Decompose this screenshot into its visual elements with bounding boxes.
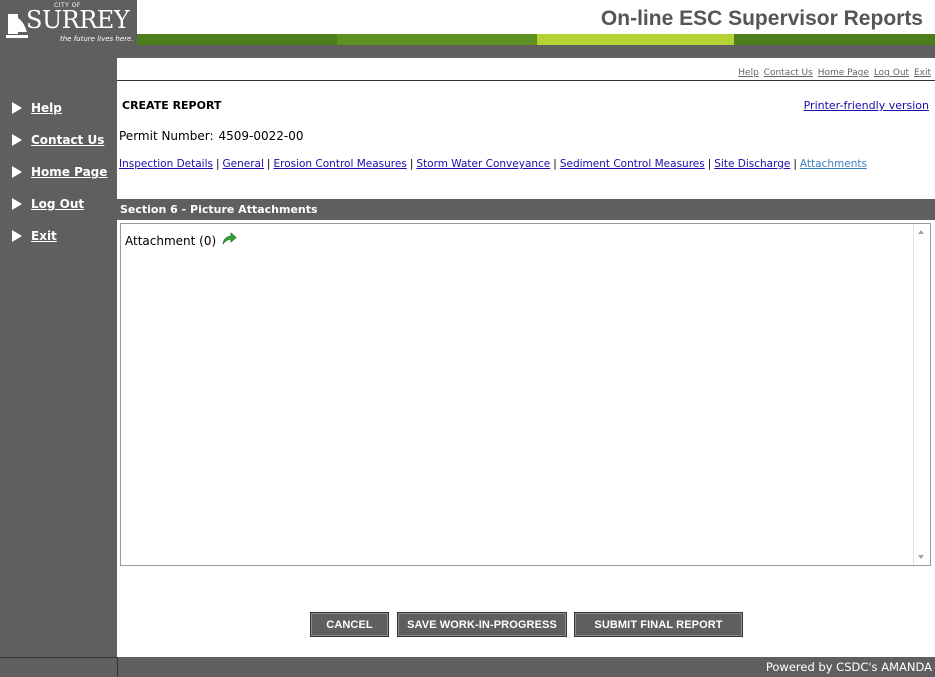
section-link-general[interactable]: General [223, 158, 264, 170]
sidebar: Help Contact Us Home Page Log Out Exit [0, 58, 117, 677]
cancel-button[interactable]: CANCEL [310, 612, 389, 637]
header-color-stripe [137, 34, 935, 45]
logo-tagline: the future lives here. [60, 35, 134, 43]
separator: | [553, 158, 557, 170]
sidebar-item-label[interactable]: Contact Us [31, 133, 104, 147]
attachment-panel: Attachment (0) [120, 223, 931, 566]
footer-separator [117, 657, 118, 677]
app-title: On-line ESC Supervisor Reports [600, 7, 923, 30]
arrow-right-icon [12, 230, 22, 242]
section-header: Section 6 - Picture Attachments [117, 199, 935, 220]
section-link-site-discharge[interactable]: Site Discharge [714, 158, 790, 170]
logo-base [0, 50, 137, 58]
logo-wordmark: SURREY [26, 6, 130, 34]
section-title: Section 6 - Picture Attachments [120, 203, 318, 216]
powered-by-text: Powered by CSDC's AMANDA [765, 660, 932, 674]
section-link-erosion-control[interactable]: Erosion Control Measures [273, 158, 406, 170]
top-link-home-page[interactable]: Home Page [818, 68, 869, 78]
sidebar-item-label[interactable]: Exit [31, 229, 57, 243]
logo-sail-icon [6, 14, 28, 38]
scroll-up-icon[interactable] [918, 230, 924, 234]
section-link-sediment-control[interactable]: Sediment Control Measures [560, 158, 705, 170]
top-divider [117, 80, 935, 81]
separator: | [409, 158, 414, 170]
printer-friendly-link[interactable]: Printer-friendly version [804, 99, 929, 112]
section-link-attachments[interactable]: Attachments [800, 158, 867, 170]
stripe-segment [137, 34, 337, 45]
top-links: Help Contact Us Home Page Log Out Exit [736, 68, 931, 78]
sidebar-item-log-out[interactable]: Log Out [12, 195, 84, 213]
top-link-exit[interactable]: Exit [914, 68, 931, 78]
header-dark-band [137, 45, 935, 58]
section-link-storm-water[interactable]: Storm Water Conveyance [416, 158, 550, 170]
separator: | [707, 158, 712, 170]
arrow-right-icon [12, 134, 22, 146]
sidebar-item-contact-us[interactable]: Contact Us [12, 131, 104, 149]
sidebar-item-label[interactable]: Home Page [31, 165, 107, 179]
surrey-logo[interactable]: CITY OF SURREY the future lives here. [0, 0, 137, 50]
arrow-right-icon [12, 166, 22, 178]
page-footer: Powered by CSDC's AMANDA [117, 657, 935, 677]
section-link-inspection-details[interactable]: Inspection Details [119, 158, 213, 170]
separator: | [215, 158, 220, 170]
submit-final-report-button[interactable]: SUBMIT FINAL REPORT [574, 612, 743, 637]
stripe-segment [337, 34, 537, 45]
scrollbar[interactable] [913, 224, 930, 565]
stripe-segment [734, 34, 935, 45]
sidebar-item-exit[interactable]: Exit [12, 227, 57, 245]
save-work-in-progress-button[interactable]: SAVE WORK-IN-PROGRESS [397, 612, 567, 637]
page-header: CITY OF SURREY the future lives here. On… [0, 0, 935, 58]
permit-value: 4509-0022-00 [218, 129, 304, 143]
stripe-segment [537, 34, 734, 45]
top-link-contact-us[interactable]: Contact Us [764, 68, 813, 78]
separator: | [266, 158, 271, 170]
page-title: CREATE REPORT [122, 99, 222, 112]
sidebar-item-label[interactable]: Help [31, 101, 62, 115]
top-link-help[interactable]: Help [738, 68, 759, 78]
permit-number: Permit Number: 4509-0022-00 [119, 129, 304, 143]
sidebar-item-label[interactable]: Log Out [31, 197, 84, 211]
sidebar-item-help[interactable]: Help [12, 99, 62, 117]
sidebar-item-home-page[interactable]: Home Page [12, 163, 107, 181]
permit-label: Permit Number: [119, 129, 214, 143]
section-nav: Inspection Details | General | Erosion Contr… [119, 158, 935, 170]
scroll-down-icon[interactable] [918, 555, 924, 559]
attachment-label: Attachment (0) [125, 234, 217, 248]
separator: | [793, 158, 797, 170]
green-arrow-icon[interactable] [221, 230, 237, 246]
top-link-log-out[interactable]: Log Out [874, 68, 909, 78]
arrow-right-icon [12, 198, 22, 210]
arrow-right-icon [12, 102, 22, 114]
